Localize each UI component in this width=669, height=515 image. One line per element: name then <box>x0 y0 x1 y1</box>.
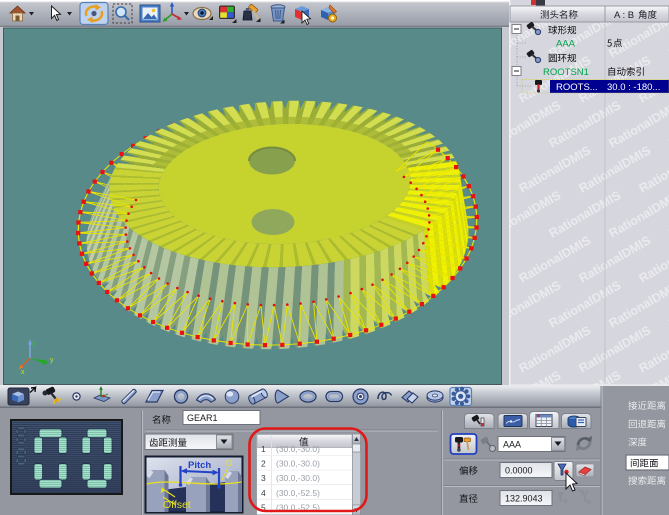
svg-text:x: x <box>21 369 25 376</box>
svg-text:ROOTS...: ROOTS... <box>556 82 598 93</box>
svg-text:(30.0,-30.0): (30.0,-30.0) <box>276 473 320 483</box>
svg-text:A : B: A : B <box>614 10 634 21</box>
svg-text:(30.0,-52.5): (30.0,-52.5) <box>276 488 320 498</box>
svg-text:2: 2 <box>261 459 266 469</box>
svg-text:y: y <box>50 357 54 364</box>
svg-text:132.9043: 132.9043 <box>505 494 543 504</box>
svg-text:4: 4 <box>261 488 266 498</box>
svg-text:ROOTSN1: ROOTSN1 <box>543 67 589 78</box>
svg-text:Offset: Offset <box>163 499 191 511</box>
svg-text:AAA: AAA <box>503 440 521 450</box>
svg-text:(30.0,-30.0): (30.0,-30.0) <box>276 444 320 454</box>
svg-text:30.0 : -180...: 30.0 : -180... <box>607 82 660 93</box>
svg-text:0.0000: 0.0000 <box>505 466 533 476</box>
svg-text:z: z <box>32 341 36 348</box>
svg-text:Pitch: Pitch <box>188 460 211 471</box>
svg-text:D: D <box>226 458 232 468</box>
svg-text:1: 1 <box>261 444 266 454</box>
svg-text:AAA: AAA <box>556 39 576 50</box>
svg-text:GEAR1: GEAR1 <box>187 413 218 423</box>
svg-text:3: 3 <box>261 473 266 483</box>
svg-text:(30.0,-30.0): (30.0,-30.0) <box>276 459 320 469</box>
